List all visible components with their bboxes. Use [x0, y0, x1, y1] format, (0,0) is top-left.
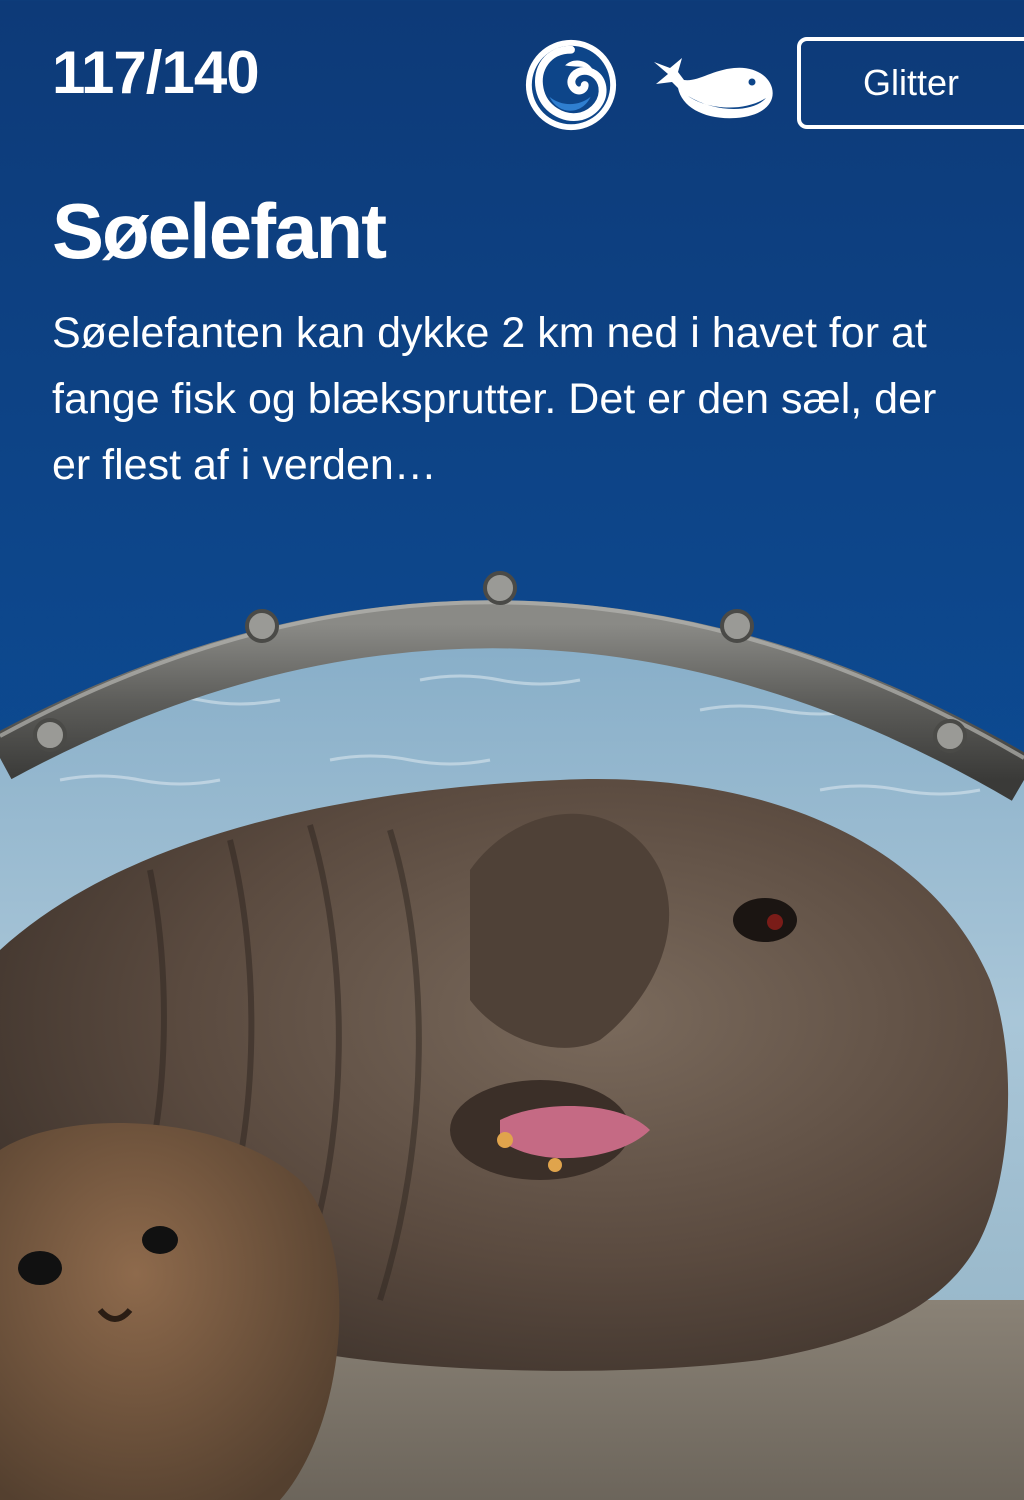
glitter-label: Glitter — [863, 62, 960, 103]
ocean-wave-icon — [525, 39, 617, 131]
glitter-button[interactable]: Glitter — [797, 37, 1024, 129]
whale-icon — [654, 58, 773, 119]
card-description: Søelefanten kan dykke 2 km ned i havet f… — [52, 309, 937, 489]
card-counter: 117/140 — [52, 39, 260, 106]
elephant-seal-photo — [0, 571, 1024, 1500]
card-title: Søelefant — [52, 187, 387, 275]
